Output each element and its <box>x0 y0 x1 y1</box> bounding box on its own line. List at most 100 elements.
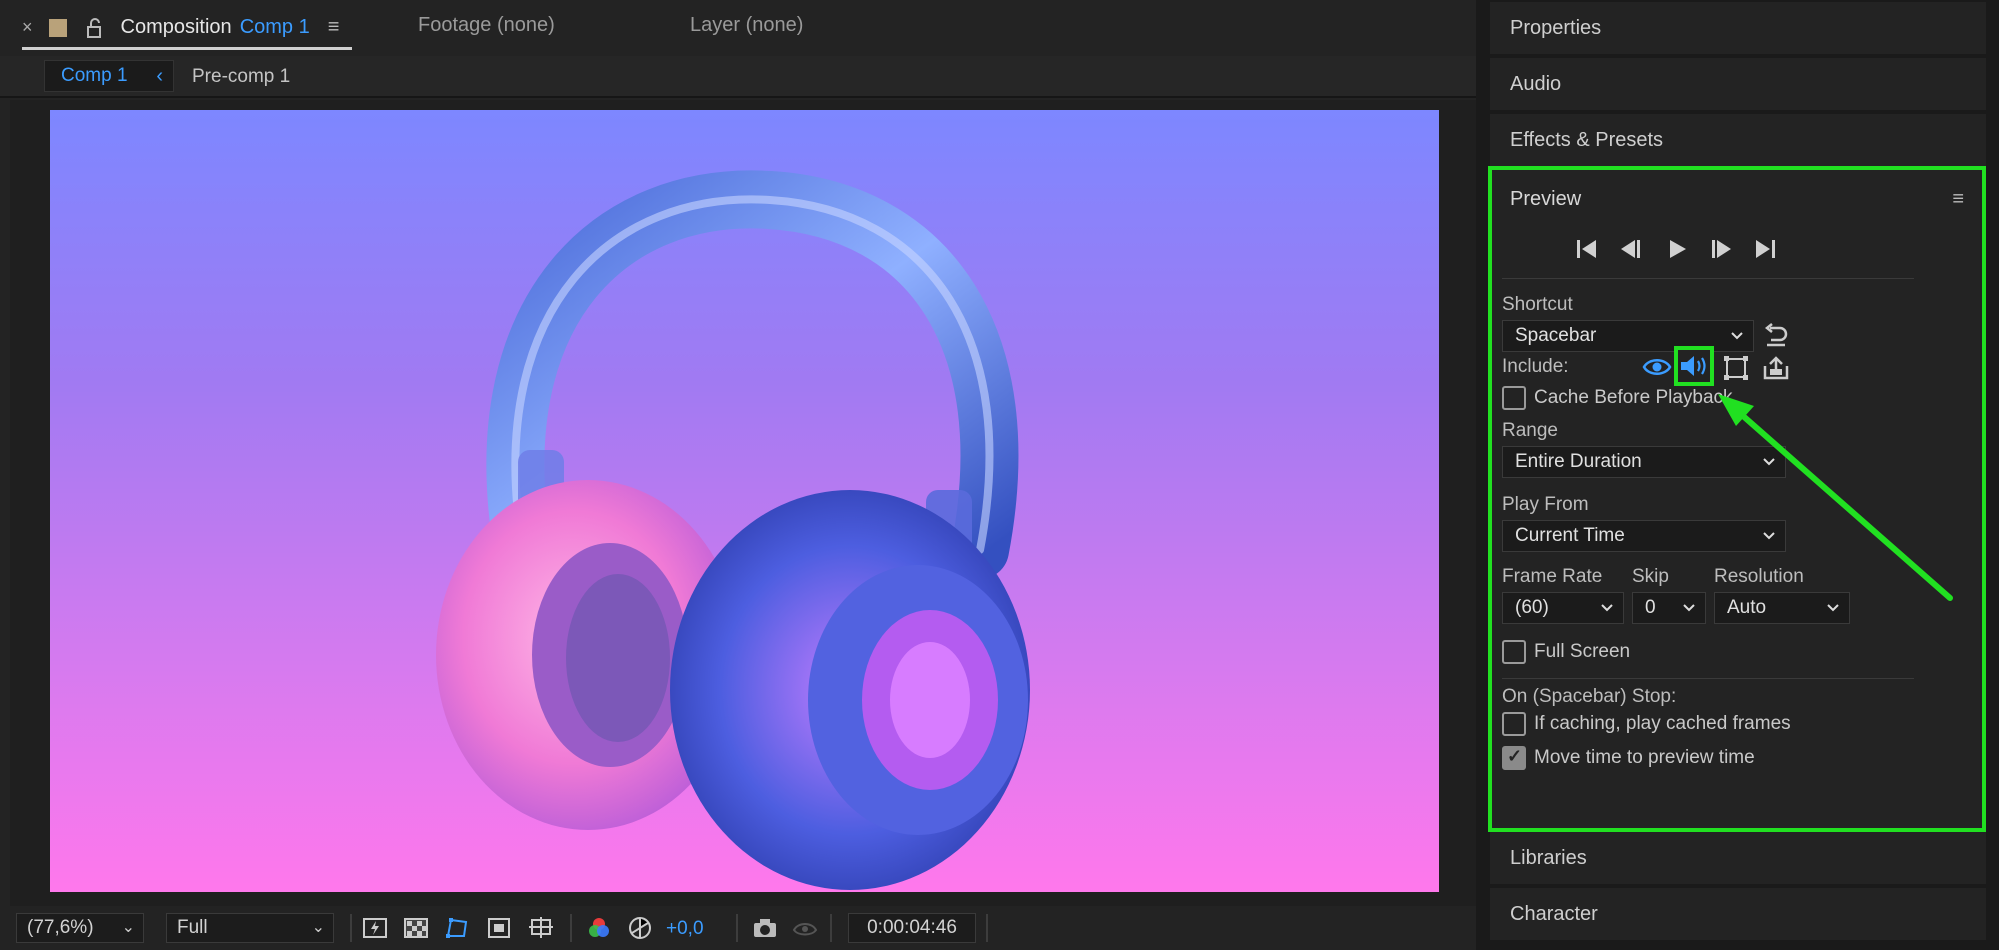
frame-rate-value: (60) <box>1515 597 1549 618</box>
if-caching-checkbox[interactable]: If caching, play cached frames <box>1502 712 1791 736</box>
composition-tab-title: Composition <box>120 16 232 38</box>
region-of-interest-icon[interactable] <box>486 916 512 940</box>
play-from-dropdown[interactable]: Current Time <box>1502 520 1786 552</box>
exposure-reset-icon[interactable] <box>627 916 653 940</box>
composition-canvas[interactable] <box>50 110 1439 892</box>
panel-menu-icon[interactable]: ≡ <box>328 16 340 39</box>
include-audio-speaker-icon <box>1681 356 1706 376</box>
chevron-down-icon <box>1763 532 1775 540</box>
chevron-down-icon <box>1601 604 1613 612</box>
include-video-eye-icon[interactable] <box>1642 354 1672 380</box>
breadcrumb-comp1-label: Comp 1 <box>61 65 128 86</box>
resolution-dropdown[interactable]: Full ⌄ <box>166 913 334 943</box>
close-icon[interactable]: × <box>22 17 33 38</box>
range-dropdown[interactable]: Entire Duration <box>1502 446 1786 478</box>
skip-label: Skip <box>1632 566 1669 587</box>
comp-breadcrumb-bar: Comp 1 ‹ Pre-comp 1 <box>0 56 1476 98</box>
on-stop-label: On (Spacebar) Stop: <box>1502 686 1677 707</box>
shortcut-value: Spacebar <box>1515 325 1597 346</box>
magnification-dropdown[interactable]: (77,6%) ⌄ <box>16 913 144 943</box>
shortcut-dropdown[interactable]: Spacebar <box>1502 320 1754 352</box>
preview-panel: Preview ≡ Shortcut Spacebar Include: Cac… <box>1488 166 1986 832</box>
libraries-panel-header[interactable]: Libraries <box>1490 832 1986 884</box>
chevron-down-icon <box>1827 604 1839 612</box>
cache-before-playback-label: Cache Before Playback <box>1534 387 1733 408</box>
cache-before-playback-checkbox[interactable]: Cache Before Playback <box>1502 386 1733 410</box>
frame-rate-label: Frame Rate <box>1502 566 1603 587</box>
toolbar-divider <box>570 914 572 942</box>
play-from-value: Current Time <box>1515 525 1625 546</box>
magnification-value: (77,6%) <box>27 917 94 938</box>
toolbar-divider <box>350 914 352 942</box>
full-screen-checkbox[interactable]: Full Screen <box>1502 640 1630 664</box>
resolution-select-value: Auto <box>1727 597 1767 618</box>
footage-tab[interactable]: Footage (none) <box>418 14 555 37</box>
last-frame-icon[interactable] <box>1752 236 1778 262</box>
label-color-swatch[interactable] <box>48 18 67 37</box>
transparency-grid-icon[interactable] <box>403 916 429 940</box>
character-panel-header[interactable]: Character <box>1490 888 1986 940</box>
checkbox-box[interactable] <box>1502 746 1526 770</box>
chevron-down-icon: ⌄ <box>121 919 135 936</box>
chevron-down-icon <box>1683 604 1695 612</box>
move-time-label: Move time to preview time <box>1534 747 1755 768</box>
viewer-bottom-bar: (77,6%) ⌄ Full ⌄ +0,0 0:00:04:46 <box>0 906 1476 950</box>
snapshot-camera-icon[interactable] <box>752 916 778 940</box>
show-snapshot-icon[interactable] <box>792 916 818 940</box>
fast-previews-icon[interactable] <box>362 916 388 940</box>
reset-shortcut-icon[interactable] <box>1762 322 1790 350</box>
properties-panel-header[interactable]: Properties <box>1490 2 1986 54</box>
layer-tab[interactable]: Layer (none) <box>690 14 803 37</box>
composition-tab-comp-name: Comp 1 <box>239 16 310 38</box>
checkbox-box[interactable] <box>1502 386 1526 410</box>
exposure-value[interactable]: +0,0 <box>666 918 704 940</box>
composition-tab-bar: × Composition Comp 1 ≡ Footage (none) La… <box>0 0 1476 56</box>
lock-icon[interactable] <box>83 17 105 39</box>
breadcrumb-precomp1[interactable]: Pre-comp 1 <box>192 66 290 88</box>
audio-panel-header[interactable]: Audio <box>1490 58 1986 110</box>
preview-panel-title[interactable]: Preview <box>1510 188 1581 211</box>
mask-path-visibility-icon[interactable] <box>444 916 470 940</box>
effects-presets-panel-header[interactable]: Effects & Presets <box>1490 114 1986 166</box>
composition-tab[interactable]: × Composition Comp 1 ≡ <box>22 14 352 50</box>
export-preview-icon[interactable] <box>1762 354 1790 382</box>
preview-divider <box>1502 678 1914 679</box>
resolution-dropdown[interactable]: Auto <box>1714 592 1850 624</box>
frame-rate-dropdown[interactable]: (60) <box>1502 592 1624 624</box>
headphones-image <box>436 170 1030 890</box>
composition-panel: × Composition Comp 1 ≡ Footage (none) La… <box>0 0 1476 950</box>
play-icon[interactable] <box>1664 236 1690 262</box>
panel-menu-icon[interactable]: ≡ <box>1952 188 1964 211</box>
if-caching-label: If caching, play cached frames <box>1534 713 1791 734</box>
grid-guides-icon[interactable] <box>528 916 554 940</box>
preview-divider <box>1502 278 1914 279</box>
chevron-down-icon <box>1731 332 1743 340</box>
play-from-label: Play From <box>1502 494 1589 515</box>
chevron-down-icon: ⌄ <box>311 919 325 936</box>
include-audio-button[interactable] <box>1674 346 1714 386</box>
include-overlays-icon[interactable] <box>1722 354 1750 382</box>
transport-controls <box>1574 236 1824 266</box>
first-frame-icon[interactable] <box>1574 236 1600 262</box>
breadcrumb-comp1[interactable]: Comp 1 ‹ <box>44 60 174 92</box>
toolbar-divider <box>736 914 738 942</box>
toolbar-divider <box>830 914 832 942</box>
full-screen-label: Full Screen <box>1534 641 1631 662</box>
range-value: Entire Duration <box>1515 451 1642 472</box>
right-panel-stack: Properties Audio Effects & Presets Previ… <box>1476 0 1999 950</box>
next-frame-icon[interactable] <box>1708 236 1734 262</box>
range-label: Range <box>1502 420 1558 441</box>
chevron-left-icon[interactable]: ‹ <box>156 65 163 88</box>
chevron-down-icon <box>1763 458 1775 466</box>
skip-dropdown[interactable]: 0 <box>1632 592 1706 624</box>
channel-rgb-icon[interactable] <box>586 916 612 940</box>
resolution-label: Resolution <box>1714 566 1804 587</box>
skip-value: 0 <box>1645 597 1656 618</box>
checkbox-box[interactable] <box>1502 712 1526 736</box>
shortcut-label: Shortcut <box>1502 294 1573 315</box>
move-time-checkbox[interactable]: Move time to preview time <box>1502 746 1755 770</box>
previous-frame-icon[interactable] <box>1618 236 1644 262</box>
current-time-display[interactable]: 0:00:04:46 <box>848 913 976 943</box>
toolbar-divider <box>986 914 988 942</box>
checkbox-box[interactable] <box>1502 640 1526 664</box>
